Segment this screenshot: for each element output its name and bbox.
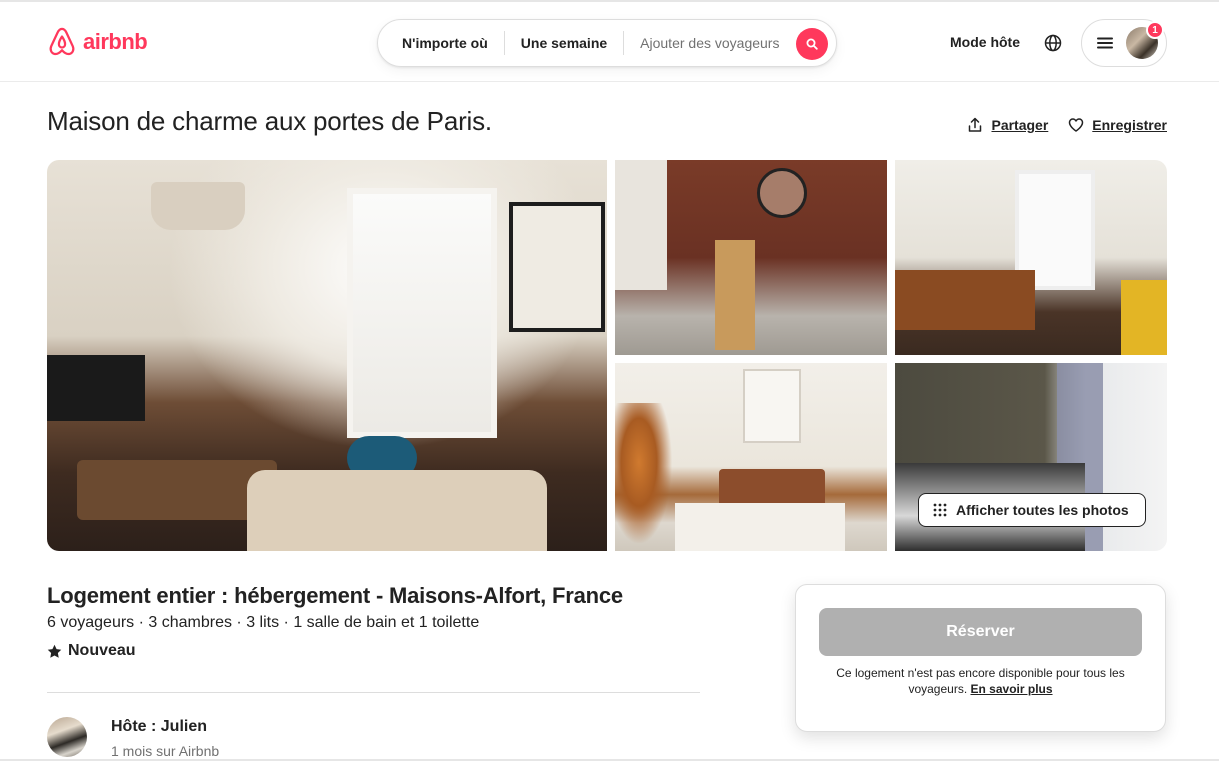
photo-detail	[743, 369, 801, 443]
globe-icon[interactable]	[1043, 33, 1063, 53]
share-label: Partager	[991, 117, 1049, 133]
photo-bathroom[interactable]	[615, 160, 887, 355]
notification-badge: 1	[1146, 21, 1164, 39]
top-navigation: airbnb N'importe où Une semaine Ajouter …	[0, 2, 1219, 82]
host-tenure: 1 mois sur Airbnb	[111, 743, 220, 759]
photo-detail	[1121, 280, 1167, 355]
search-guests[interactable]: Ajouter des voyageurs	[624, 35, 795, 51]
section-divider	[47, 692, 700, 693]
search-bar[interactable]: N'importe où Une semaine Ajouter des voy…	[377, 19, 837, 67]
share-icon	[969, 117, 982, 132]
listing-title: Maison de charme aux portes de Paris.	[47, 106, 492, 136]
show-all-photos-button[interactable]: Afficher toutes les photos	[918, 493, 1146, 527]
photo-detail	[347, 188, 497, 438]
grid-dots-icon	[933, 503, 947, 517]
save-button[interactable]: Enregistrer	[1068, 117, 1167, 133]
search-where[interactable]: N'importe où	[378, 35, 504, 51]
share-button[interactable]: Partager	[967, 117, 1048, 133]
airbnb-logo[interactable]: airbnb	[47, 26, 148, 58]
search-icon	[806, 38, 818, 50]
hamburger-menu-icon	[1097, 37, 1113, 49]
photo-detail	[615, 160, 667, 290]
photo-detail	[715, 240, 755, 350]
booking-card: Réserver Ce logement n'est pas encore di…	[795, 584, 1166, 732]
photo-bedroom-2[interactable]	[615, 363, 887, 551]
host-mode-link[interactable]: Mode hôte	[950, 34, 1020, 50]
listing-specs: 6 voyageurs · 3 chambres · 3 lits · 1 sa…	[47, 614, 480, 631]
airbnb-logo-icon	[49, 27, 75, 56]
host-avatar[interactable]	[47, 717, 87, 757]
photo-detail	[675, 503, 845, 551]
photo-detail	[247, 470, 547, 551]
rating-new: Nouveau	[47, 642, 136, 660]
photo-detail	[509, 202, 605, 332]
search-when[interactable]: Une semaine	[505, 35, 623, 51]
photo-detail	[757, 168, 807, 218]
show-all-photos-label: Afficher toutes les photos	[956, 502, 1129, 518]
photo-bedroom-1[interactable]	[895, 160, 1167, 355]
photo-living-room[interactable]	[47, 160, 607, 551]
photo-detail	[151, 182, 245, 230]
photo-detail	[615, 403, 675, 551]
learn-more-link[interactable]: En savoir plus	[971, 682, 1053, 696]
logo-wordmark: airbnb	[83, 29, 148, 54]
photo-detail	[47, 355, 145, 421]
host-name: Hôte : Julien	[111, 718, 208, 735]
search-button[interactable]	[796, 28, 828, 60]
listing-subtitle: Logement entier : hébergement - Maisons-…	[47, 583, 623, 608]
star-icon	[47, 644, 62, 658]
rating-label: Nouveau	[68, 642, 136, 659]
availability-note: Ce logement n'est pas encore disponible …	[819, 665, 1142, 697]
photo-detail	[895, 270, 1035, 330]
heart-icon	[1069, 118, 1084, 132]
save-label: Enregistrer	[1092, 117, 1167, 133]
listing-actions: Partager Enregistrer	[967, 117, 1167, 133]
reserve-button[interactable]: Réserver	[819, 608, 1142, 656]
